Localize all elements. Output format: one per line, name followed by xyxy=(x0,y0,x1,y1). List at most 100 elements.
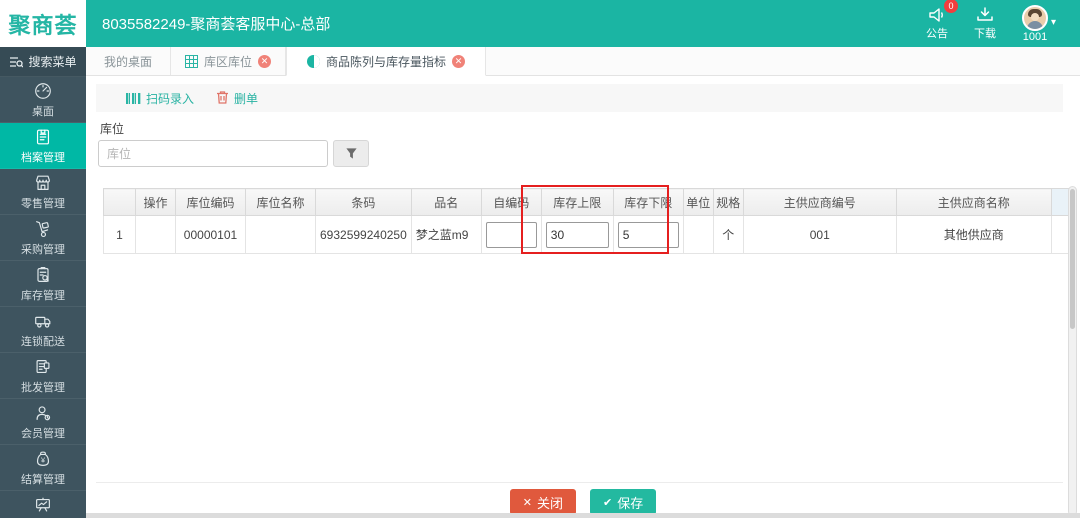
sidebar-item-label: 批发管理 xyxy=(21,379,65,395)
col-filler xyxy=(1051,189,1069,216)
bottom-edge xyxy=(86,513,1080,518)
sidebar-search-menu[interactable]: 搜索菜单 xyxy=(0,47,86,77)
sidebar: 搜索菜单 桌面 档案管理 零售管理 采购管理 xyxy=(0,47,86,518)
window-title: 8035582249-聚商荟客服中心-总部 xyxy=(102,13,926,34)
x-icon: ✕ xyxy=(523,496,532,509)
col-rownum xyxy=(104,189,136,216)
funnel-icon xyxy=(345,147,358,160)
sidebar-item-desktop[interactable]: 桌面 xyxy=(0,77,86,123)
tab-storage-locations[interactable]: 库区库位 ✕ xyxy=(171,47,286,75)
cell-barcode: 6932599240250 xyxy=(316,216,412,254)
stock-lower-input[interactable] xyxy=(618,222,679,248)
clipboard-search-icon xyxy=(33,265,53,285)
tab-label: 库区库位 xyxy=(204,53,252,70)
download-icon xyxy=(976,5,994,25)
delete-order-button[interactable]: 删单 xyxy=(216,90,258,107)
grid-icon xyxy=(185,55,198,68)
col-product-name: 品名 xyxy=(411,189,481,216)
notice-label: 公告 xyxy=(926,25,948,41)
sidebar-item-label: 会员管理 xyxy=(21,425,65,441)
storefront-icon xyxy=(33,173,53,193)
cell-supplier-code: 001 xyxy=(743,216,896,254)
sidebar-item-label: 结算管理 xyxy=(21,471,65,487)
tab-bar: 我的桌面 库区库位 ✕ 商品陈列与库存量指标 ✕ xyxy=(86,47,1080,76)
scan-entry-label: 扫码录入 xyxy=(146,90,194,107)
stock-upper-input[interactable] xyxy=(546,222,609,248)
sidebar-item-purchasing[interactable]: 采购管理 xyxy=(0,215,86,261)
main-area: 我的桌面 库区库位 ✕ 商品陈列与库存量指标 ✕ 扫码录入 xyxy=(86,47,1080,518)
app-window: 聚商荟 8035582249-聚商荟客服中心-总部 0 公告 xyxy=(0,0,1080,518)
trash-icon xyxy=(216,90,229,107)
chevron-down-icon: ▾ xyxy=(1051,17,1056,28)
sidebar-item-archives[interactable]: 档案管理 xyxy=(0,123,86,169)
col-stock-lower: 库存下限 xyxy=(613,189,683,216)
col-stock-upper: 库存上限 xyxy=(541,189,613,216)
table-row: 1 00000101 6932599240250 梦之蓝m9 xyxy=(104,216,1070,254)
sidebar-item-retail[interactable]: 零售管理 xyxy=(0,169,86,215)
tab-stock-indicators[interactable]: 商品陈列与库存量指标 ✕ xyxy=(286,47,486,76)
scrollbar-thumb[interactable] xyxy=(1070,189,1075,329)
cell-supplier-name: 其他供应商 xyxy=(896,216,1051,254)
member-person-icon xyxy=(33,403,53,423)
cell-self-code xyxy=(481,216,541,254)
self-code-input[interactable] xyxy=(486,222,537,248)
col-spec: 规格 xyxy=(713,189,743,216)
sidebar-item-wholesale[interactable]: 批发管理 xyxy=(0,353,86,399)
save-button[interactable]: ✔ 保存 xyxy=(590,489,656,515)
col-supplier-name: 主供应商名称 xyxy=(896,189,1051,216)
sidebar-item-label: 桌面 xyxy=(32,103,54,119)
cell-location-name xyxy=(246,216,316,254)
toolbar: 扫码录入 删单 xyxy=(96,84,1063,112)
location-filter-input[interactable] xyxy=(98,140,328,167)
col-location-code: 库位编码 xyxy=(176,189,246,216)
dashboard-gauge-icon xyxy=(33,81,53,101)
save-button-label: 保存 xyxy=(617,493,643,512)
archive-file-icon xyxy=(33,127,53,147)
delete-order-label: 删单 xyxy=(234,90,258,107)
col-supplier-code: 主供应商编号 xyxy=(743,189,896,216)
check-icon: ✔ xyxy=(603,496,612,509)
close-icon[interactable]: ✕ xyxy=(258,55,271,68)
tab-status-icon xyxy=(307,55,320,68)
table-header-row: 操作 库位编码 库位名称 条码 品名 自编码 库存上限 库存下限 单位 规格 主… xyxy=(104,189,1070,216)
notice-button[interactable]: 0 公告 xyxy=(926,5,948,41)
sidebar-item-analytics[interactable]: 决策分析 xyxy=(0,491,86,518)
top-header: 聚商荟 8035582249-聚商荟客服中心-总部 0 公告 xyxy=(0,0,1080,47)
svg-text:¥: ¥ xyxy=(41,455,46,464)
close-icon[interactable]: ✕ xyxy=(452,55,465,68)
vertical-scrollbar[interactable] xyxy=(1068,186,1077,516)
cell-operation xyxy=(136,216,176,254)
sidebar-item-label: 档案管理 xyxy=(21,149,65,165)
scan-entry-button[interactable]: 扫码录入 xyxy=(126,90,194,107)
sidebar-item-label: 采购管理 xyxy=(21,241,65,257)
delivery-truck-icon xyxy=(33,311,53,331)
sidebar-item-inventory[interactable]: 库存管理 xyxy=(0,261,86,307)
barcode-icon xyxy=(126,93,141,104)
money-bag-yuan-icon: ¥ xyxy=(33,449,53,469)
filter-button[interactable] xyxy=(333,140,369,167)
document-list-icon xyxy=(33,357,53,377)
notice-badge: 0 xyxy=(944,0,958,13)
col-operation: 操作 xyxy=(136,189,176,216)
chart-easel-icon xyxy=(33,495,53,515)
download-button[interactable]: 下载 xyxy=(974,5,996,41)
cell-product-name: 梦之蓝m9 xyxy=(411,216,481,254)
tab-my-desktop[interactable]: 我的桌面 xyxy=(86,47,171,75)
sidebar-item-chain-delivery[interactable]: 连锁配送 xyxy=(0,307,86,353)
sidebar-search-label: 搜索菜单 xyxy=(28,53,76,70)
sidebar-item-label: 库存管理 xyxy=(21,287,65,303)
tab-label: 商品陈列与库存量指标 xyxy=(326,53,446,70)
col-barcode: 条码 xyxy=(316,189,412,216)
col-self-code: 自编码 xyxy=(481,189,541,216)
sidebar-item-members[interactable]: 会员管理 xyxy=(0,399,86,445)
footer-divider xyxy=(96,482,1063,483)
col-unit: 单位 xyxy=(683,189,713,216)
close-button[interactable]: ✕ 关闭 xyxy=(510,489,576,515)
cell-stock-upper xyxy=(541,216,613,254)
user-menu[interactable]: ▾ 1001 xyxy=(1022,5,1062,43)
cell-rownum: 1 xyxy=(104,216,136,254)
app-logo: 聚商荟 xyxy=(0,0,86,47)
search-menu-icon xyxy=(9,56,23,68)
sidebar-item-settlement[interactable]: ¥ 结算管理 xyxy=(0,445,86,491)
tab-label: 我的桌面 xyxy=(104,53,152,70)
